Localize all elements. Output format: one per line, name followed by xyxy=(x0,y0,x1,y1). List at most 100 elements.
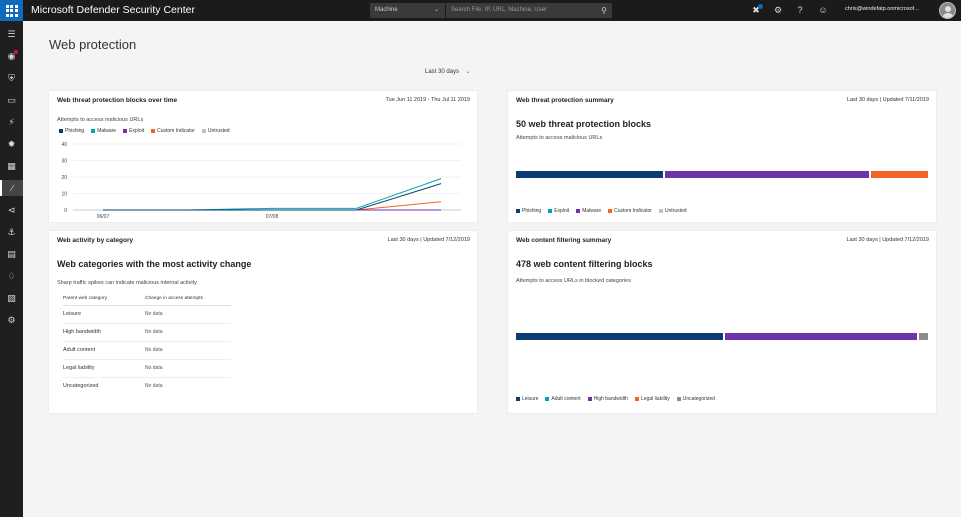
column-header[interactable]: Parent web category xyxy=(63,295,145,306)
legend-item-adult-content[interactable]: Adult content xyxy=(545,396,581,402)
x-tick-label: 06/07 xyxy=(97,214,110,220)
legend-swatch xyxy=(658,209,663,213)
legend-label: Legal liability xyxy=(641,396,670,402)
dashboard-alert-icon[interactable]: ◉ xyxy=(0,48,23,64)
table-row[interactable]: High bandwidth No data xyxy=(63,323,231,342)
bar-segment-high-bandwidth[interactable] xyxy=(724,333,918,340)
bar-segment-leisure[interactable] xyxy=(516,333,723,340)
legend-item-malware[interactable]: Malware xyxy=(91,128,116,134)
legend-label: Leisure xyxy=(522,396,539,402)
chevron-down-icon: ⌄ xyxy=(465,69,471,75)
legend-swatch xyxy=(516,209,520,213)
search-scope-dropdown[interactable]: Machine ⌄ xyxy=(370,3,445,18)
card-title: Web activity by category xyxy=(57,237,134,244)
search-icon[interactable]: ⚲ xyxy=(601,3,607,18)
table-header-row: Parent web category Change in access att… xyxy=(63,295,231,306)
partners-icon[interactable]: ⊲ xyxy=(0,202,23,218)
globe-settings-icon[interactable]: ⚙ xyxy=(771,3,785,18)
legend-label: Malware xyxy=(582,208,602,214)
card-content-filtering: Web content filtering summary Last 30 da… xyxy=(508,231,936,413)
app-title: Microsoft Defender Security Center xyxy=(31,4,195,16)
legend-item-custom-indicator[interactable]: Custom Indicator xyxy=(608,208,652,214)
computer-config-icon[interactable]: ▧ xyxy=(0,290,23,306)
legend-item-untrusted[interactable]: Untrusted xyxy=(201,128,230,134)
legend-label: Custom Indicator xyxy=(157,128,195,134)
database-icon[interactable]: ▦ xyxy=(0,158,23,174)
table-row[interactable]: Leisure No data xyxy=(63,305,231,324)
card-date-range: Tue Jun 11 2019 - Thu Jul 11 2019 xyxy=(385,97,471,103)
legend-item-exploit[interactable]: Exploit xyxy=(548,208,569,214)
search-placeholder: Search File, IP, URL, Machine, User xyxy=(451,7,547,13)
legend-swatch xyxy=(123,129,128,133)
legend-label: Untrusted xyxy=(207,128,230,134)
settings-gear-icon[interactable]: ✹ xyxy=(0,136,23,152)
diamond-icon[interactable]: ♢ xyxy=(0,268,23,284)
date-filter-dropdown[interactable]: Last 30 days ⌄ xyxy=(425,68,471,75)
card-blocks-over-time: Web threat protection blocks over time T… xyxy=(49,91,477,222)
machine-icon[interactable]: ▭ xyxy=(0,92,23,108)
filtering-stacked-bar xyxy=(516,333,928,340)
card-title: Web content filtering summary xyxy=(516,237,612,244)
table-row[interactable]: Legal liability No data xyxy=(63,359,231,378)
hamburger-icon[interactable]: ☰ xyxy=(0,26,23,42)
bar-segment-malware[interactable] xyxy=(664,171,869,178)
card-updated: Last 30 days | Updated 7/11/2019 xyxy=(846,97,929,103)
bar-segment-phishing[interactable] xyxy=(516,171,663,178)
series-line-custom-indicator[interactable] xyxy=(103,201,442,211)
gear-icon[interactable]: ⚙ xyxy=(0,312,23,328)
legend-item-phishing[interactable]: Phishing xyxy=(516,208,541,214)
category-name: High bandwidth xyxy=(63,323,145,342)
card-title: Web threat protection blocks over time xyxy=(57,97,178,104)
legend-label: Exploit xyxy=(554,208,570,214)
y-tick-label: 0 xyxy=(64,208,67,214)
reports-chart-icon[interactable]: ∕ xyxy=(0,180,23,196)
legend-item-untrusted[interactable]: Untrusted xyxy=(658,208,687,214)
legend-item-uncategorized[interactable]: Uncategorized xyxy=(676,396,715,402)
legend-item-exploit[interactable]: Exploit xyxy=(123,128,144,134)
series-line-malware[interactable] xyxy=(103,178,442,211)
category-change: No data xyxy=(145,359,231,378)
y-tick-label: 30 xyxy=(61,158,67,164)
legend-label: Phishing xyxy=(65,128,85,134)
avatar[interactable] xyxy=(939,2,956,19)
legend-item-phishing[interactable]: Phishing xyxy=(59,128,84,134)
legend-item-legal-liability[interactable]: Legal liability xyxy=(635,396,670,402)
evaluation-icon[interactable]: ⚓ xyxy=(0,224,23,240)
legend-swatch xyxy=(201,129,206,133)
help-icon[interactable]: ? xyxy=(793,3,807,18)
legend-label: Custom Indicator xyxy=(614,208,652,214)
user-email[interactable]: chris@windefatp.onmicrosof... xyxy=(845,6,919,12)
app-launcher-icon[interactable] xyxy=(0,0,23,21)
filtering-legend: Leisure Adult content High bandwidth Legal … xyxy=(516,396,715,402)
column-header[interactable]: Change in access attempts xyxy=(145,295,231,306)
search-input[interactable]: Search File, IP, URL, Machine, User ⚲ xyxy=(446,3,612,18)
category-name: Leisure xyxy=(63,305,145,324)
lightning-icon[interactable]: ⚡ xyxy=(0,114,23,130)
legend-swatch xyxy=(151,129,156,133)
alert-badge xyxy=(14,50,18,54)
feedback-icon[interactable]: ☺ xyxy=(816,3,830,18)
legend-swatch xyxy=(91,129,96,133)
search-scope-label: Machine xyxy=(375,7,398,13)
community-icon[interactable]: ✖ xyxy=(749,3,763,18)
bar-segment-custom-indicator[interactable] xyxy=(870,171,928,178)
legend-swatch xyxy=(59,129,63,133)
series-line-phishing[interactable] xyxy=(103,183,442,211)
notification-badge xyxy=(758,4,763,9)
category-name: Uncategorized xyxy=(63,383,99,390)
legend-item-malware[interactable]: Malware xyxy=(576,208,601,214)
legend-item-custom-indicator[interactable]: Custom Indicator xyxy=(151,128,195,134)
category-change: No data xyxy=(145,305,231,324)
bar-segment-uncategorized[interactable] xyxy=(919,333,928,340)
legend-item-leisure[interactable]: Leisure xyxy=(516,396,538,402)
table-row[interactable]: Adult content No data xyxy=(63,341,231,360)
devices-icon[interactable]: ▤ xyxy=(0,246,23,262)
card-threat-summary: Web threat protection summary Last 30 da… xyxy=(508,91,936,222)
shield-icon[interactable]: ⛨ xyxy=(0,70,23,86)
legend-item-high-bandwidth[interactable]: High bandwidth xyxy=(587,396,628,402)
legend-label: Untrusted xyxy=(664,208,687,214)
legend-swatch xyxy=(608,209,613,213)
table-row[interactable]: Uncategorized No data xyxy=(63,377,231,395)
side-nav: ☰ ◉ ⛨ ▭ ⚡ ✹ ▦ ∕ ⊲ ⚓ ▤ ♢ ▧ ⚙ xyxy=(0,21,23,517)
legend-swatch xyxy=(587,397,592,401)
